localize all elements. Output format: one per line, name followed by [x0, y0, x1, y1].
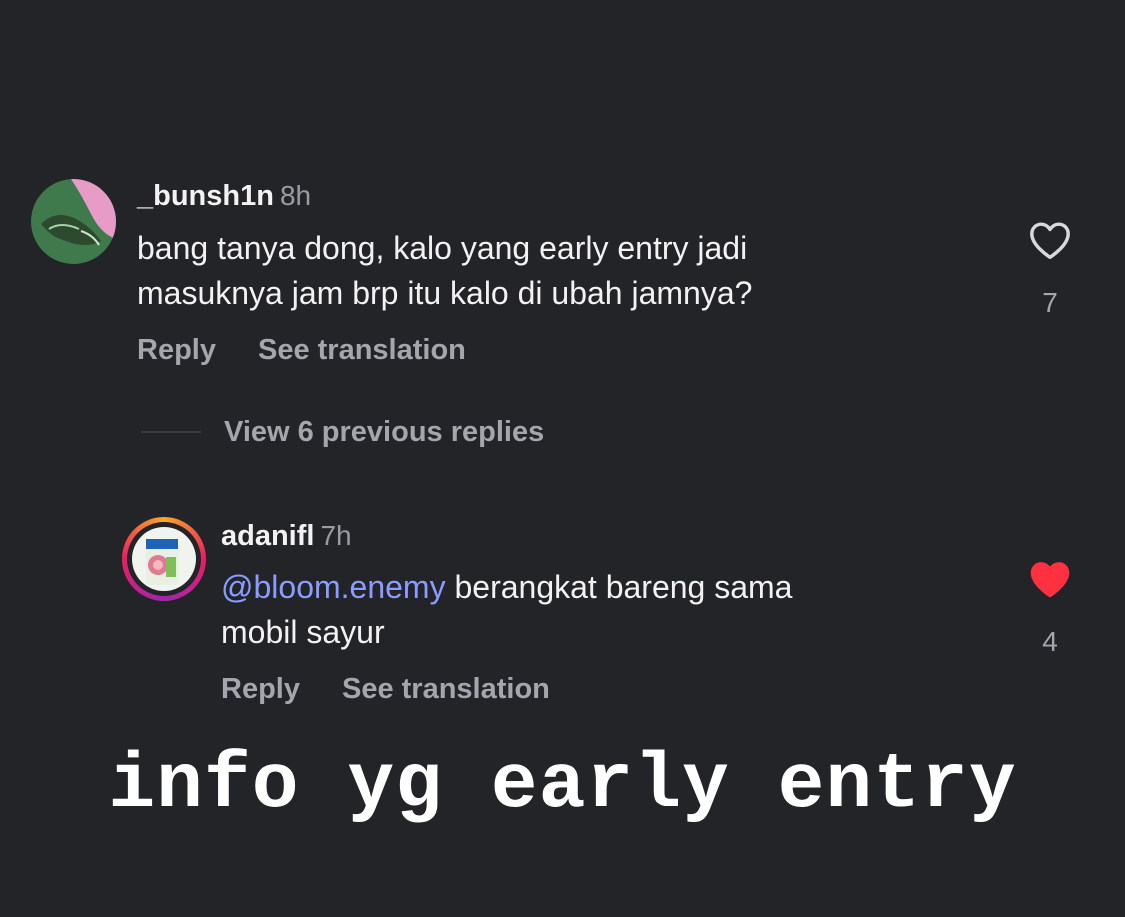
- like-button[interactable]: [1025, 559, 1075, 604]
- replies-divider-line: [141, 431, 201, 433]
- like-button[interactable]: [1025, 220, 1075, 265]
- comment-actions: Reply See translation: [221, 673, 550, 706]
- comment-line: masuknya jam brp itu kalo di ubah jamnya…: [137, 275, 753, 311]
- comment-line: mobil sayur: [221, 614, 385, 650]
- comment-text: @bloom.enemy berangkat bareng sama mobil…: [221, 565, 1041, 655]
- comment-text: bang tanya dong, kalo yang early entry j…: [137, 226, 957, 316]
- username[interactable]: adanifl: [221, 520, 314, 552]
- avatar-image: [31, 179, 116, 264]
- heart-outline-icon: [1030, 222, 1070, 259]
- comment-line-text: berangkat bareng sama: [445, 569, 793, 605]
- comment-line: bang tanya dong, kalo yang early entry j…: [137, 230, 748, 266]
- heart-filled-icon: [1030, 562, 1070, 598]
- comment-line: @bloom.enemy berangkat bareng sama: [221, 565, 1041, 610]
- reply-button[interactable]: Reply: [221, 673, 300, 705]
- see-translation-button[interactable]: See translation: [258, 334, 466, 366]
- comment-actions: Reply See translation: [137, 334, 466, 367]
- mention-link[interactable]: @bloom.enemy: [221, 569, 446, 605]
- reply-button[interactable]: Reply: [137, 334, 216, 366]
- like-count: 4: [1042, 626, 1058, 657]
- comment-header: adanifl 7h: [221, 520, 352, 553]
- timestamp: 8h: [279, 180, 312, 211]
- caption-overlay-text: info yg early entry: [108, 742, 1017, 830]
- username[interactable]: _bunsh1n: [137, 180, 274, 212]
- timestamp: 7h: [320, 520, 352, 551]
- like-count: 7: [1042, 287, 1058, 318]
- see-translation-button[interactable]: See translation: [342, 673, 550, 705]
- avatar-bunsh1n[interactable]: [31, 179, 116, 264]
- avatar-adanifl[interactable]: [122, 517, 206, 601]
- comment-header: _bunsh1n 8h: [137, 180, 311, 213]
- avatar-image: [132, 527, 196, 591]
- view-previous-replies-button[interactable]: View 6 previous replies: [224, 416, 544, 449]
